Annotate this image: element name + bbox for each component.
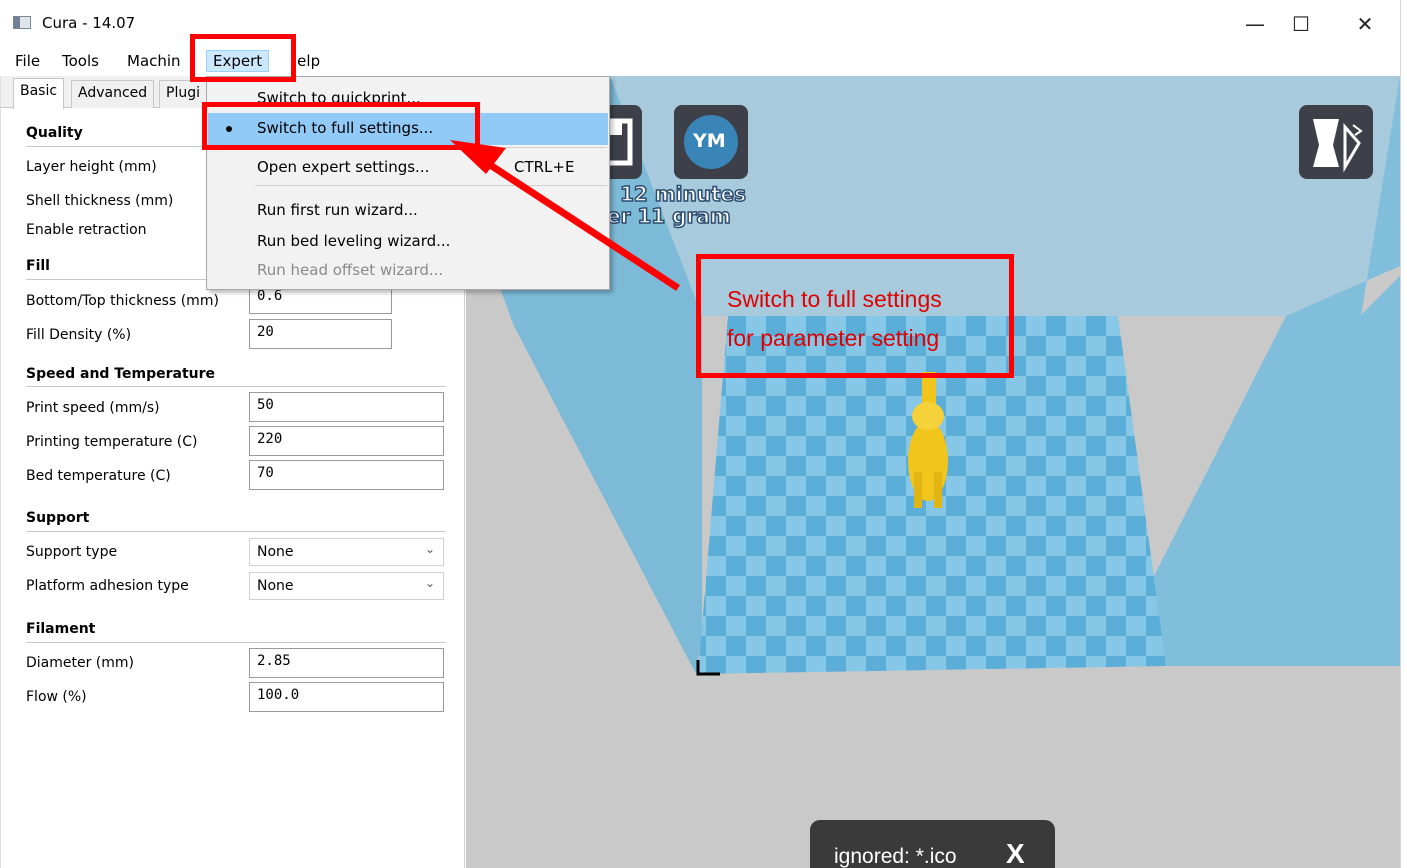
tab-basic[interactable]: Basic [13,78,65,109]
filament-weight-text: er 11 gram [606,203,731,229]
flow-input[interactable]: 100.0 [249,682,444,712]
youmagine-button[interactable]: YM [674,105,748,179]
cura-app-icon [13,16,31,29]
menu-item-first-run-wizard[interactable]: Run first run wizard... [208,195,608,227]
minimize-button[interactable]: — [1235,10,1275,38]
menu-tools[interactable]: Tools [62,52,99,70]
diameter-input[interactable]: 2.85 [249,648,444,678]
window-right-edge [1400,0,1407,868]
menu-item-shortcut: CTRL+E [514,158,575,176]
annotation-box-expert-menu [190,34,296,82]
menu-item-label: Run first run wizard... [257,201,418,219]
view-mode-icon [1313,119,1363,173]
flow-label: Flow (%) [26,689,87,705]
chevron-down-icon: ⌄ [424,576,435,590]
section-divider [26,531,446,532]
bed-temperature-input[interactable]: 70 [249,460,444,490]
window-title: Cura - 14.07 [42,14,136,32]
platform-adhesion-select[interactable]: None ⌄ [249,572,444,600]
printing-temperature-input[interactable]: 220 [249,426,444,456]
tab-advanced[interactable]: Advanced [71,80,155,108]
support-type-label: Support type [26,544,118,560]
bed-temperature-label: Bed temperature (C) [26,468,171,484]
annotation-box-full-settings [202,102,480,150]
print-speed-input[interactable]: 50 [249,392,444,422]
printing-temperature-label: Printing temperature (C) [26,434,198,450]
close-button[interactable]: ✕ [1345,10,1385,38]
cura-window: Cura - 14.07 — ☐ ✕ File Tools Machin Exp… [0,0,1407,868]
print-speed-label: Print speed (mm/s) [26,400,160,416]
fill-density-label: Fill Density (%) [26,327,132,343]
enable-retraction-label: Enable retraction [26,222,147,238]
view-mode-button[interactable] [1299,105,1373,179]
toast-close-button[interactable]: X [1006,838,1025,868]
section-fill-title: Fill [26,258,50,274]
ym-label: YM [693,130,726,152]
section-divider [26,386,446,387]
support-type-value: None [257,544,294,560]
section-quality-title: Quality [26,125,83,141]
notification-toast: ignored: *.ico X [810,820,1055,868]
layer-height-label: Layer height (mm) [26,159,157,175]
menu-item-label: Open expert settings... [257,158,430,176]
section-divider [26,642,446,643]
fill-density-input[interactable]: 20 [249,319,392,349]
annotation-callout: Switch to full settings for parameter se… [696,254,1014,378]
menu-file[interactable]: File [15,52,40,70]
section-support-title: Support [26,510,90,526]
menu-item-label: Run head offset wizard... [257,261,444,279]
callout-line-2: for parameter setting [727,325,940,351]
support-type-select[interactable]: None ⌄ [249,538,444,566]
menu-help[interactable]: lelp [293,52,320,70]
callout-line-1: Switch to full settings [727,286,942,312]
menu-item-bed-leveling-wizard[interactable]: Run bed leveling wizard... [208,226,608,258]
menu-separator [255,185,607,186]
chevron-down-icon: ⌄ [424,542,435,556]
section-speed-title: Speed and Temperature [26,366,215,382]
platform-adhesion-label: Platform adhesion type [26,578,189,594]
platform-adhesion-value: None [257,578,294,594]
diameter-label: Diameter (mm) [26,655,135,671]
shell-thickness-label: Shell thickness (mm) [26,193,174,209]
print-time-text: 12 minutes [619,181,747,207]
menu-item-open-expert-settings[interactable]: Open expert settings... CTRL+E [208,152,608,184]
section-filament-title: Filament [26,621,96,637]
menu-item-label: Run bed leveling wizard... [257,232,451,250]
menu-item-head-offset-wizard: Run head offset wizard... [208,255,608,287]
maximize-button[interactable]: ☐ [1281,10,1321,38]
toast-message: ignored: *.ico [834,845,957,868]
bottom-top-thickness-label: Bottom/Top thickness (mm) [26,293,219,309]
menu-machine[interactable]: Machin [127,52,181,70]
